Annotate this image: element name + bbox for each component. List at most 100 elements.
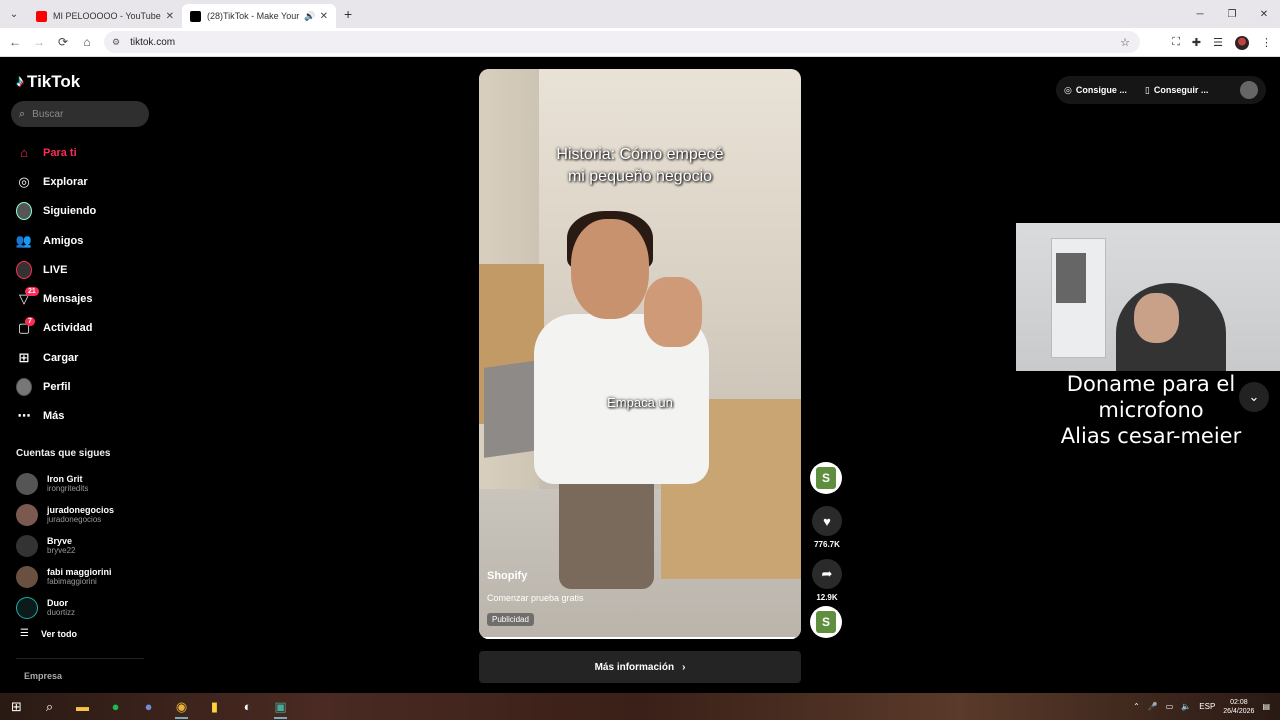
nav-actividad[interactable]: ▢ 7 Actividad [0,314,160,343]
tab-youtube[interactable]: MI PELOOOOO - YouTube ✕ [28,4,182,28]
more-info-button[interactable]: Más información › [479,651,801,683]
activity-badge: 7 [25,316,35,326]
reload-button[interactable]: ⟳ [51,35,75,49]
nav-label: Perfil [43,381,71,394]
overlay-line: Alias cesar-meier [1060,424,1242,448]
browser-menu-icon[interactable]: ⋮ [1261,36,1272,49]
video-player[interactable]: Historia: Cómo empecé mi pequeño negocio… [479,69,801,639]
nav-live[interactable]: LIVE [0,255,160,284]
minimize-button[interactable]: ─ [1184,0,1216,28]
extensions-icon[interactable]: ✚ [1192,36,1201,49]
video-scene [559,469,654,589]
home-button[interactable]: ⌂ [75,35,99,49]
chevron-down-icon: ⌄ [1248,389,1260,404]
get-coins-button[interactable]: ◎ Consigue ... [1064,85,1127,96]
video-progress-bar[interactable] [479,637,801,639]
clock-date: 26/4/2026 [1223,707,1255,715]
share-button[interactable]: ➦ [812,559,842,589]
tiktok-icon [190,10,201,22]
see-all-label: Ver todo [40,628,77,639]
tab-search-icon[interactable]: ⌄ [0,0,28,28]
video-actions: S ♥ 776.7K ➦ 12.9K S [810,462,844,638]
heart-icon: ♥ [823,513,831,529]
nav-label: Siguiendo [43,205,97,218]
video-author[interactable]: Shopify [487,570,527,582]
list-item[interactable]: Duor duortizz [16,592,156,623]
author-avatar-button[interactable]: S [810,462,842,494]
webcam-scene [1056,253,1086,303]
avatar [16,596,38,619]
avatar [16,503,38,526]
site-info-icon[interactable]: ⚙ [112,37,120,48]
speaker-icon[interactable]: 🔊 [304,11,315,22]
video-cta-text[interactable]: Comenzar prueba gratis [487,593,584,603]
file-explorer-icon[interactable]: ▬ [66,693,99,720]
spotify-icon[interactable]: ● [99,693,132,720]
shopify-bag-icon: S [816,611,836,633]
microphone-icon[interactable]: 🎤 [1148,702,1158,711]
chevron-right-icon: › [682,661,686,673]
app-icon[interactable]: ▣ [264,693,297,720]
nav-label: LIVE [43,263,68,276]
sound-avatar-button[interactable]: S [810,606,842,638]
back-button[interactable]: ← [3,35,27,49]
close-window-button[interactable]: ✕ [1248,0,1280,28]
nav-explorar[interactable]: ◎ Explorar [0,167,160,196]
list-item[interactable]: Bryve bryve22 [16,530,156,561]
share-arrow-icon: ➦ [821,566,833,581]
nav-amigos[interactable]: 👥 Amigos [0,226,160,255]
bookmark-star-icon[interactable]: ☆ [1120,36,1130,49]
messages-badge: 21 [25,287,39,297]
nav-cargar[interactable]: ⊞ Cargar [0,343,160,372]
screenshot-icon[interactable]: ⛶ [1172,36,1180,49]
tab-tiktok[interactable]: (28)TikTok - Make Your Day 🔊 ✕ [182,4,336,28]
chevron-up-icon[interactable]: ⌃ [1133,702,1140,711]
list-icon: ☰ [20,628,29,639]
address-bar-row: ← → ⟳ ⌂ ⚙ tiktok.com ☆ ⛶ ✚ ☰ ⋮ [0,28,1280,57]
clock[interactable]: 02:08 26/4/2026 [1223,698,1254,716]
list-item[interactable]: juradonegocios juradonegocios [16,499,156,530]
search-input[interactable]: ⌕ Buscar [11,101,149,127]
url-input[interactable]: ⚙ tiktok.com ☆ [104,31,1140,53]
nav-perfil[interactable]: Perfil [0,372,160,401]
obs-icon[interactable]: ◐ [231,693,264,720]
shopify-bag-icon: S [816,467,836,489]
discord-icon[interactable]: ● [132,693,165,720]
divider [16,658,144,659]
volume-icon[interactable]: 🔈 [1181,702,1191,711]
account-handle: juradonegocios [47,514,102,524]
chrome-icon[interactable]: ◉ [165,693,198,720]
tiktok-logo[interactable]: ♪ TikTok [16,72,80,92]
forward-button[interactable]: → [27,35,51,49]
network-icon[interactable]: ▭ [1166,702,1174,711]
see-all-link[interactable]: ☰ Ver todo [20,628,77,639]
user-avatar[interactable] [1240,81,1258,99]
nav-label: Cargar [43,351,79,364]
sidebar: ♪ TikTok ⌕ Buscar ⌂ Para ti ◎ Explorar S… [0,58,160,693]
close-icon[interactable]: ✕ [320,11,328,22]
list-item[interactable]: fabi maggiorini fabimaggiorini [16,561,156,592]
list-item[interactable]: Iron Grit irongritedits [16,468,156,499]
browser-profile-avatar[interactable] [1235,35,1249,50]
nav-mas[interactable]: ⋯ Más [0,402,160,431]
get-app-button[interactable]: ▯ Conseguir ... [1145,85,1208,96]
app-icon[interactable]: ▮ [198,693,231,720]
nav-siguiendo[interactable]: Siguiendo [0,197,160,226]
webcam-scene [1134,293,1179,343]
language-indicator[interactable]: ESP [1199,702,1215,711]
close-icon[interactable]: ✕ [166,11,174,22]
windows-start-icon[interactable]: ⊞ [0,693,33,720]
next-video-button[interactable]: ⌄ [1239,382,1269,412]
nav-mensajes[interactable]: ▽ 21 Mensajes [0,284,160,313]
nav-label: Amigos [43,234,84,247]
like-button[interactable]: ♥ [812,506,842,536]
logo-text: TikTok [27,72,81,91]
new-tab-button[interactable]: + [344,6,352,22]
ad-badge: Publicidad [487,613,534,626]
search-icon[interactable]: ⌕ [33,693,66,720]
notifications-icon[interactable]: ▤ [1262,702,1270,711]
restore-button[interactable]: ❐ [1216,0,1248,28]
company-link[interactable]: Empresa [24,671,62,681]
nav-para-ti[interactable]: ⌂ Para ti [0,138,160,167]
media-queue-icon[interactable]: ☰ [1213,36,1223,49]
